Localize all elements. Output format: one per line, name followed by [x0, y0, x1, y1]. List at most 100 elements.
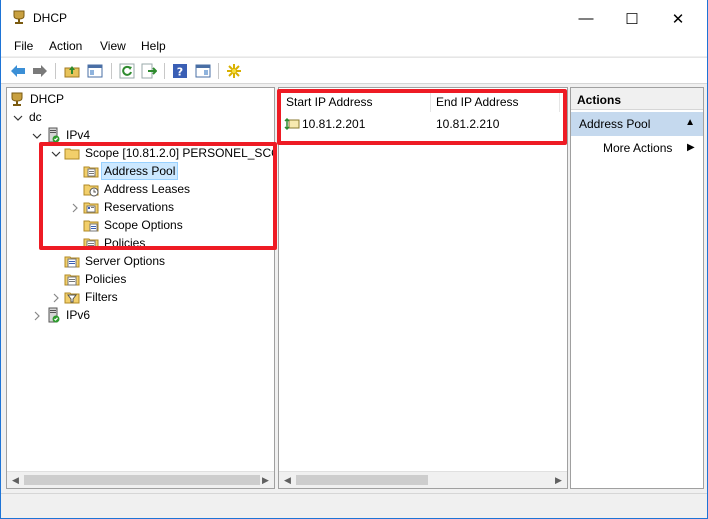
tree-item-label: IPv6 — [66, 308, 91, 322]
tree-item-scope-10-81-2-0-personel-scope[interactable]: Scope [10.81.2.0] PERSONEL_SCOPE — [7, 144, 274, 162]
tree-item-label: Filters — [85, 290, 118, 304]
up-folder-icon — [64, 66, 80, 78]
menu-action[interactable]: Action — [49, 39, 82, 53]
tree-item-label: DHCP — [30, 92, 65, 106]
svg-text:?: ? — [177, 66, 183, 79]
dhcp-server-icon — [9, 91, 25, 107]
forward-arrow-icon — [33, 65, 47, 77]
scroll-thumb[interactable] — [24, 475, 260, 485]
tree-item-scope-options[interactable]: Scope Options — [7, 216, 274, 234]
menu-bar: File Action View Help — [1, 37, 707, 56]
scroll-right-icon[interactable]: ▶ — [257, 472, 274, 488]
tree-item-ipv4[interactable]: IPv4 — [7, 126, 274, 144]
show-action-pane-button[interactable] — [194, 62, 212, 80]
actions-header: Actions — [571, 88, 703, 110]
ipv4-server-icon — [45, 127, 61, 143]
show-hide-tree-button[interactable] — [86, 62, 104, 80]
window-title: DHCP — [33, 11, 68, 25]
minimize-button[interactable]: — — [563, 0, 609, 37]
tree-item-ipv6[interactable]: IPv6 — [7, 306, 274, 324]
action-pane-icon — [195, 64, 211, 78]
export-icon — [141, 63, 157, 79]
more-actions-label: More Actions — [603, 141, 673, 155]
chevron-right-icon[interactable] — [70, 202, 80, 213]
chevron-right-icon[interactable] — [32, 310, 42, 321]
scroll-thumb[interactable] — [296, 475, 428, 485]
filters-icon — [64, 289, 80, 305]
tree-horizontal-scrollbar[interactable]: ◀ ▶ — [7, 471, 274, 488]
title-bar: DHCP — ☐ ✕ — [1, 0, 707, 37]
tree-item-policies[interactable]: Policies — [7, 270, 274, 288]
tree-item-address-leases[interactable]: Address Leases — [7, 180, 274, 198]
result-list: Start IP Address End IP Address 10.81.2.… — [278, 87, 568, 489]
scroll-left-icon[interactable]: ◀ — [279, 472, 296, 489]
dhcp-app-icon — [11, 9, 27, 25]
maximize-icon: ☐ — [625, 10, 639, 28]
scroll-right-icon[interactable]: ▶ — [550, 472, 567, 489]
new-scope-button[interactable] — [225, 62, 243, 80]
address-leases-icon — [83, 181, 99, 197]
tree-item-server-options[interactable]: Server Options — [7, 252, 274, 270]
reservations-icon — [83, 199, 99, 215]
console-tree-icon — [87, 64, 103, 78]
chevron-down-icon[interactable] — [51, 148, 61, 158]
start-ip-cell: 10.81.2.201 — [302, 117, 366, 131]
ipv6-server-icon — [45, 307, 61, 323]
tree-item-label: Server Options — [85, 254, 166, 268]
export-list-button[interactable] — [140, 62, 158, 80]
actions-section-label: Address Pool — [579, 117, 651, 131]
tree-item-dhcp[interactable]: DHCP — [7, 90, 274, 108]
tree-item-label: Policies — [85, 272, 127, 286]
maximize-button[interactable]: ☐ — [609, 0, 655, 37]
scope-options-icon — [83, 217, 99, 233]
status-bar — [1, 493, 707, 518]
tree-item-label: IPv4 — [66, 128, 91, 142]
tree-item-dc[interactable]: dc — [7, 108, 274, 126]
menu-view[interactable]: View — [100, 39, 126, 53]
collapse-up-icon[interactable]: ▲ — [685, 117, 695, 128]
tree-item-label: Address Leases — [104, 182, 191, 196]
close-button[interactable]: ✕ — [655, 0, 701, 37]
server-options-icon — [64, 253, 80, 269]
chevron-down-icon[interactable] — [32, 130, 42, 140]
tree-item-reservations[interactable]: Reservations — [7, 198, 274, 216]
policies-icon — [83, 235, 99, 251]
tree-item-label: Reservations — [104, 200, 175, 214]
close-icon: ✕ — [671, 10, 685, 28]
actions-section-address-pool[interactable]: Address Pool ▲ — [571, 112, 703, 136]
refresh-button[interactable] — [118, 62, 136, 80]
chevron-down-icon[interactable] — [13, 112, 23, 122]
list-horizontal-scrollbar[interactable]: ◀ ▶ — [279, 471, 567, 488]
scroll-left-icon[interactable]: ◀ — [7, 472, 24, 488]
up-folder-button[interactable] — [63, 62, 81, 80]
tree-item-policies[interactable]: Policies — [7, 234, 274, 252]
folder-icon — [64, 145, 80, 161]
tree-item-label: dc — [29, 110, 42, 124]
column-header-end-ip[interactable]: End IP Address — [436, 95, 519, 109]
console-tree: DHCP dc IPv4 Scope [10.81.2.0] PERSONEL_SCO… — [6, 87, 275, 489]
menu-help[interactable]: Help — [141, 39, 166, 53]
refresh-icon — [119, 63, 135, 79]
policies-icon — [64, 271, 80, 287]
tree-item-label: Address Pool — [101, 162, 179, 180]
chevron-right-icon[interactable] — [51, 292, 61, 303]
tree-item-label: Policies — [104, 236, 146, 250]
tree-item-address-pool[interactable]: Address Pool — [7, 162, 274, 180]
back-arrow-icon — [11, 65, 25, 77]
submenu-arrow-icon: ▶ — [687, 142, 695, 153]
tree-item-label: Scope Options — [104, 218, 183, 232]
tree-item-filters[interactable]: Filters — [7, 288, 274, 306]
end-ip-cell: 10.81.2.210 — [436, 117, 500, 131]
more-actions-item[interactable]: More Actions — [603, 141, 672, 155]
back-button[interactable] — [9, 62, 27, 80]
address-pool-icon — [83, 163, 99, 179]
actions-pane: Actions Address Pool ▲ More Actions ▶ — [570, 87, 704, 489]
tree-item-label: Scope [10.81.2.0] PERSONEL_SCOPE — [85, 146, 274, 160]
toolbar: ? — [1, 57, 707, 84]
forward-button[interactable] — [31, 62, 49, 80]
menu-file[interactable]: File — [14, 39, 33, 53]
column-header-start-ip[interactable]: Start IP Address — [286, 95, 373, 109]
help-button[interactable]: ? — [171, 62, 189, 80]
ip-range-icon — [284, 117, 300, 134]
minimize-icon: — — [578, 10, 594, 27]
